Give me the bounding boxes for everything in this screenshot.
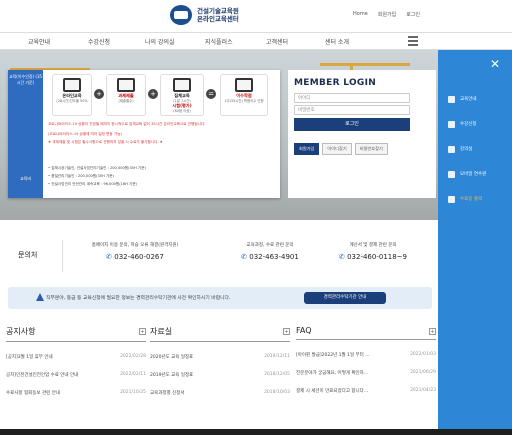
nav-item-education[interactable]: 교육안내	[28, 37, 50, 46]
close-icon[interactable]: ✕	[490, 58, 502, 70]
find-password-button[interactable]: 비밀번호찾기	[354, 143, 388, 155]
nav-item-knowledge[interactable]: 지식플러스	[205, 37, 233, 46]
list-item[interactable]: 결제 시 세션이 만료되었다고 합니다... 2021/04/23	[296, 388, 436, 394]
home-link[interactable]: Home	[353, 11, 368, 18]
quick-item-classroom[interactable]: 강의실	[448, 141, 508, 157]
equals-icon: =	[206, 89, 216, 99]
password-field[interactable]: 비밀번호	[294, 105, 410, 115]
step-assignment: 과제제출 (제출필수)	[106, 74, 146, 116]
certificate-icon	[235, 78, 253, 92]
phone-icon: ✆	[241, 253, 248, 261]
footer-bar	[0, 429, 512, 435]
quick-item-apply[interactable]: 수강신청	[448, 116, 508, 132]
faq-board: FAQ + [아이핀 발급]2022년 1월 1일 부터 ... 2022/01/0…	[296, 326, 436, 394]
menu-icon[interactable]	[408, 36, 418, 46]
signup-button[interactable]: 회원가입	[294, 143, 320, 155]
board-title: FAQ	[296, 326, 312, 335]
quick-item-certificate[interactable]: 수료증 출력	[448, 191, 508, 207]
mandatory-notice: ★ 과제제출 및 시험은 필수사항으로 진행하지 않을 시 수료가 불가합니다.…	[48, 140, 163, 144]
top-bar: 건설기술교육원 온라인교육센터 Home 회원가입 로그인	[0, 0, 512, 32]
notice-bar: 직무분야, 등급 등 교육신청에 필요한 정보는 경력관리수탁기관에 사전 확인…	[8, 287, 432, 309]
id-field[interactable]: 아이디	[294, 93, 410, 103]
contact-item-tech: 홈페이지 이용 문의, 학습 오류 해결(원격지원) ✆ 032-460-0267	[91, 243, 179, 261]
phone-icon: ✆	[338, 253, 345, 261]
fee-line-2: • 품질관리기술인 : 200,000원(35H 기준)	[48, 174, 114, 178]
main-nav: 교육안내 수강신청 나의 강의실 지식플러스 고객센터 센터 소개	[0, 32, 512, 50]
nav-item-classroom[interactable]: 나의 강의실	[145, 37, 175, 46]
list-item[interactable]: 전문분야가 궁금해요, 어떻게 확인하... 2021/06/29	[296, 370, 436, 376]
logo-icon	[170, 5, 192, 25]
contact-item-course: 교육과정, 수료 관련 문의 ✆ 032-463-4901	[241, 243, 299, 261]
board-title: 공지사항	[6, 327, 36, 336]
covid-notice: 코로나바이러스-19 상황이 진정될 때까지 한시적으로 집체교육 없이 35시…	[48, 122, 206, 126]
notice-text: 직무분야, 등급 등 교육신청에 필요한 정보는 경력관리수탁기관에 사전 확인…	[46, 296, 231, 301]
phone-number[interactable]: 032-460-0267	[114, 253, 164, 261]
phone-number[interactable]: 032-460-0118~9	[347, 253, 407, 261]
clipboard-icon	[173, 78, 191, 92]
list-item[interactable]: 교육과정별 신청서 2018/10/03	[150, 390, 290, 396]
fee-line-3: • 건설사업관리 안전관리 계속교육 : 96,000원(16H 기준)	[48, 182, 138, 186]
nav-item-about[interactable]: 센터 소개	[325, 37, 349, 46]
list-item[interactable]: [공지]3월 1일 휴무 안내 2022/02/28	[6, 354, 146, 360]
phone-number[interactable]: 032-463-4901	[249, 253, 299, 261]
printer-icon	[448, 195, 455, 203]
notice-board: 공지사항 + [공지]3월 1일 휴무 안내 2022/02/28 공지]인천건설인…	[6, 326, 146, 396]
logo-line2: 온라인교육센터	[197, 15, 239, 23]
phone-icon: ✆	[106, 253, 113, 261]
quick-item-education[interactable]: 교육안내	[448, 91, 508, 107]
quick-menu-panel: ✕ 교육안내 수강신청 강의실 모바일 연수원 수료증 출력	[438, 50, 512, 429]
warning-icon	[36, 293, 44, 301]
contact-label: 문의처	[18, 251, 38, 259]
login-button[interactable]: 로그인	[294, 118, 410, 131]
login-link[interactable]: 로그인	[406, 11, 420, 18]
contact-section: 문의처 홈페이지 이용 문의, 학습 오류 해결(원격지원) ✆ 032-460-…	[0, 232, 438, 280]
more-icon[interactable]: +	[139, 328, 146, 335]
info-icon	[448, 95, 455, 103]
member-login-box: MEMBER LOGIN 아이디 비밀번호 로그인 회원가입 아이디찾기 비밀번…	[288, 70, 436, 198]
fee-line-1: • 집체시공기술인, 건설사업관리기술인 : 200,000원(35H 기준)	[48, 166, 146, 170]
list-item[interactable]: 공지]인천건설인전인업 수료 안내 안내 2022/02/11	[6, 372, 146, 378]
document-icon	[117, 78, 135, 92]
contact-item-payment: 계산서 및 결제 관련 문의 ✆ 032-460-0118~9	[338, 243, 408, 261]
plus-icon: +	[148, 89, 158, 99]
side-label-education: 교육(이수인정) (35시간 기준)	[8, 70, 43, 162]
side-label-fee: 교육비	[8, 162, 43, 198]
step-credit: 이수학점 1주(35시간) 학점이수 인정	[220, 74, 268, 116]
education-info-card: 교육(이수인정) (35시간 기준) 교육비 온라인교육 (28시간)진도율 50…	[8, 70, 280, 198]
list-item[interactable]: 2020년도 교육 일정표 2019/12/11	[150, 354, 290, 360]
career-agency-button[interactable]: 경력관리수탁기관 안내	[304, 292, 386, 304]
nav-item-apply[interactable]: 수강신청	[88, 37, 110, 46]
resource-board: 자료실 + 2020년도 교육 일정표 2019/12/11 2019년도 교육 일…	[150, 326, 290, 396]
site-logo[interactable]: 건설기술교육원 온라인교육센터	[170, 5, 239, 25]
more-icon[interactable]: +	[283, 328, 290, 335]
pen-icon	[448, 120, 455, 128]
signup-link[interactable]: 회원가입	[378, 11, 396, 18]
more-icon[interactable]: +	[429, 328, 436, 335]
logo-line1: 건설기술교육원	[197, 7, 239, 15]
nav-item-support[interactable]: 고객센터	[266, 37, 288, 46]
login-title: MEMBER LOGIN	[294, 78, 377, 88]
quick-item-mobile[interactable]: 모바일 연수원	[448, 166, 508, 182]
monitor-icon	[63, 78, 81, 92]
find-id-button[interactable]: 아이디찾기	[322, 143, 352, 155]
list-item[interactable]: [아이핀 발급]2022년 1월 1일 부터 ... 2022/01/03	[296, 352, 436, 358]
step-group: 집체교육 (1일 7시간) 시험(평가) (60점 이상)	[160, 74, 204, 116]
plus-icon: +	[94, 89, 104, 99]
covid-notice-sub: (코로나바이러스-19 상황에 따라 일정 변동 가능)	[48, 132, 122, 136]
book-icon	[448, 145, 455, 153]
mobile-icon	[448, 170, 455, 178]
list-item[interactable]: 2019년도 교육 일정표 2018/12/05	[150, 372, 290, 378]
list-item[interactable]: 수료사항 협회동보 관련 안내 2021/10/25	[6, 390, 146, 396]
step-online: 온라인교육 (28시간)진도율 50%	[52, 74, 92, 116]
board-title: 자료실	[150, 327, 173, 336]
